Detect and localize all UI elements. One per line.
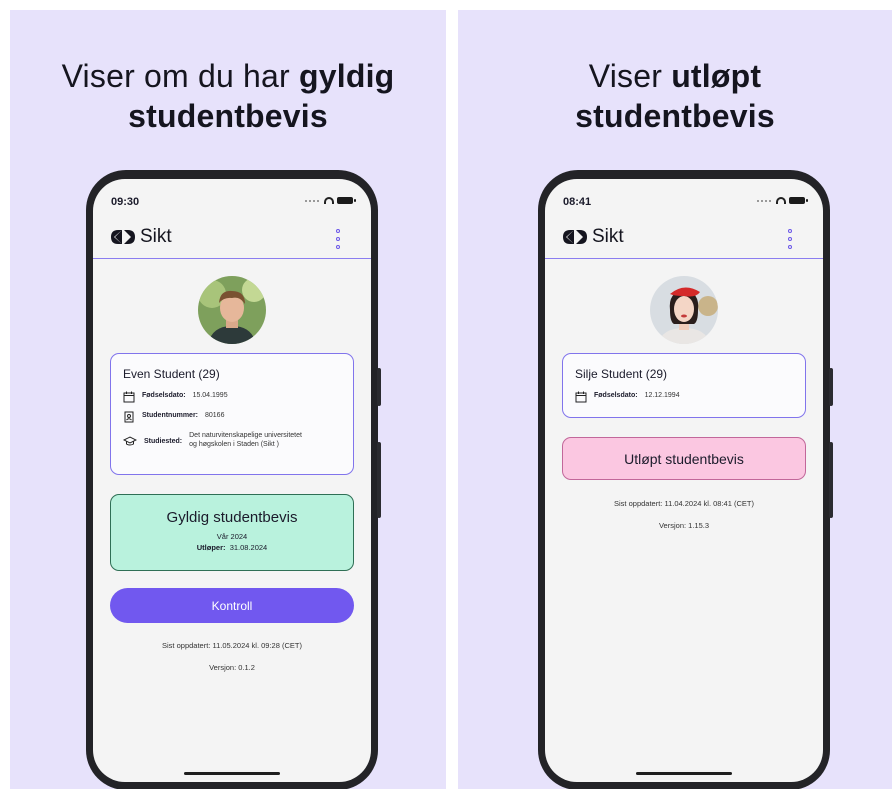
status-bar: 09:30 (111, 196, 356, 210)
app-name: Sikt (140, 226, 172, 247)
headline-expired: Viser utløpt studentbevis (458, 56, 892, 136)
birth-date-row: Fødselsdato: 12.12.1994 (575, 391, 793, 403)
volume-button (829, 368, 833, 406)
more-menu-icon[interactable] (335, 229, 341, 249)
headline-line2: studentbevis (128, 98, 328, 134)
birth-date-row: Fødselsdato: 15.04.1995 (123, 391, 341, 403)
student-name: Silje Student (29) (575, 367, 668, 381)
sikt-logo-icon (563, 230, 587, 244)
student-number-label: Studentnummer: (142, 412, 198, 419)
birth-date-label: Fødselsdato: (142, 392, 186, 399)
panel-expired: Viser utløpt studentbevis 08:41 Sikt Sil… (458, 10, 892, 789)
study-place-row: Studiested: Det naturvitenskapelige univ… (123, 431, 341, 449)
birth-date-label: Fødselsdato: (594, 392, 638, 399)
version: Versjon: 0.1.2 (209, 663, 255, 672)
status-time: 08:41 (563, 196, 592, 208)
status-title: Gyldig studentbevis (166, 509, 298, 526)
sikt-logo: Sikt (562, 226, 624, 248)
power-button (829, 442, 833, 518)
version: Versjon: 1.15.3 (658, 521, 710, 530)
expires-label: Utløper: (196, 543, 226, 552)
headline-line2: studentbevis (575, 98, 775, 134)
calendar-icon (123, 391, 135, 403)
signal-icon (305, 199, 319, 202)
sikt-logo: Sikt (110, 226, 172, 248)
wifi-icon (324, 197, 334, 204)
student-number-value: 80166 (205, 412, 225, 419)
headline-emphasis: gyldig (298, 58, 395, 94)
more-menu-icon[interactable] (787, 229, 793, 249)
id-card-icon (124, 411, 134, 423)
semester: Vår 2024 (216, 532, 248, 541)
battery-icon (789, 197, 808, 204)
status-bar: 08:41 (563, 196, 808, 210)
sikt-logo-icon (111, 230, 135, 244)
student-name: Even Student (29) (123, 367, 220, 381)
study-place-value: Det naturvitenskapelige universitetet og… (189, 432, 302, 448)
valid-status-card: Gyldig studentbevis Vår 2024 Utløper: 31… (110, 494, 354, 571)
power-button (377, 442, 381, 518)
app-name: Sikt (592, 226, 624, 247)
expired-status-card: Utløpt studentbevis (562, 437, 806, 480)
home-indicator[interactable] (184, 772, 280, 775)
last-updated: Sist oppdatert: 11.05.2024 kl. 09:28 (CE… (162, 641, 302, 650)
study-place-label: Studiested: (144, 438, 183, 445)
signal-icon (757, 199, 771, 202)
headline-text: Viser om du har (61, 58, 299, 94)
status-time: 09:30 (111, 196, 140, 208)
last-updated: Sist oppdatert: 11.04.2024 kl. 08:41 (CE… (614, 499, 754, 508)
phone-screen: 08:41 Sikt Silje Student (29) Fødselsdat… (545, 179, 823, 782)
volume-button (377, 368, 381, 406)
headline-valid: Viser om du har gyldig studentbevis (10, 56, 446, 136)
graduation-cap-icon (123, 436, 137, 446)
phone-screen: 09:30 Sikt Even Student (29) Fødselsdato… (93, 179, 371, 782)
phone-frame: 08:41 Sikt Silje Student (29) Fødselsdat… (538, 170, 833, 789)
birth-date-value: 15.04.1995 (192, 392, 228, 399)
avatar (650, 276, 718, 344)
panel-valid: Viser om du har gyldig studentbevis 09:3… (10, 10, 446, 789)
expires-value: 31.08.2024 (229, 543, 268, 552)
app-bar: Sikt (93, 218, 371, 259)
birth-date-value: 12.12.1994 (644, 392, 680, 399)
phone-frame: 09:30 Sikt Even Student (29) Fødselsdato… (86, 170, 381, 789)
student-info-card: Silje Student (29) Fødselsdato: 12.12.19… (562, 353, 806, 418)
avatar (198, 276, 266, 344)
calendar-icon (575, 391, 587, 403)
wifi-icon (776, 197, 786, 204)
student-info-card: Even Student (29) Fødselsdato: 15.04.199… (110, 353, 354, 475)
headline-emphasis: utløpt (671, 58, 762, 94)
home-indicator[interactable] (636, 772, 732, 775)
battery-icon (337, 197, 356, 204)
kontroll-button[interactable]: Kontroll (110, 588, 354, 623)
headline-text: Viser (588, 58, 672, 94)
app-bar: Sikt (545, 218, 823, 259)
student-number-row: Studentnummer: 80166 (123, 411, 341, 423)
